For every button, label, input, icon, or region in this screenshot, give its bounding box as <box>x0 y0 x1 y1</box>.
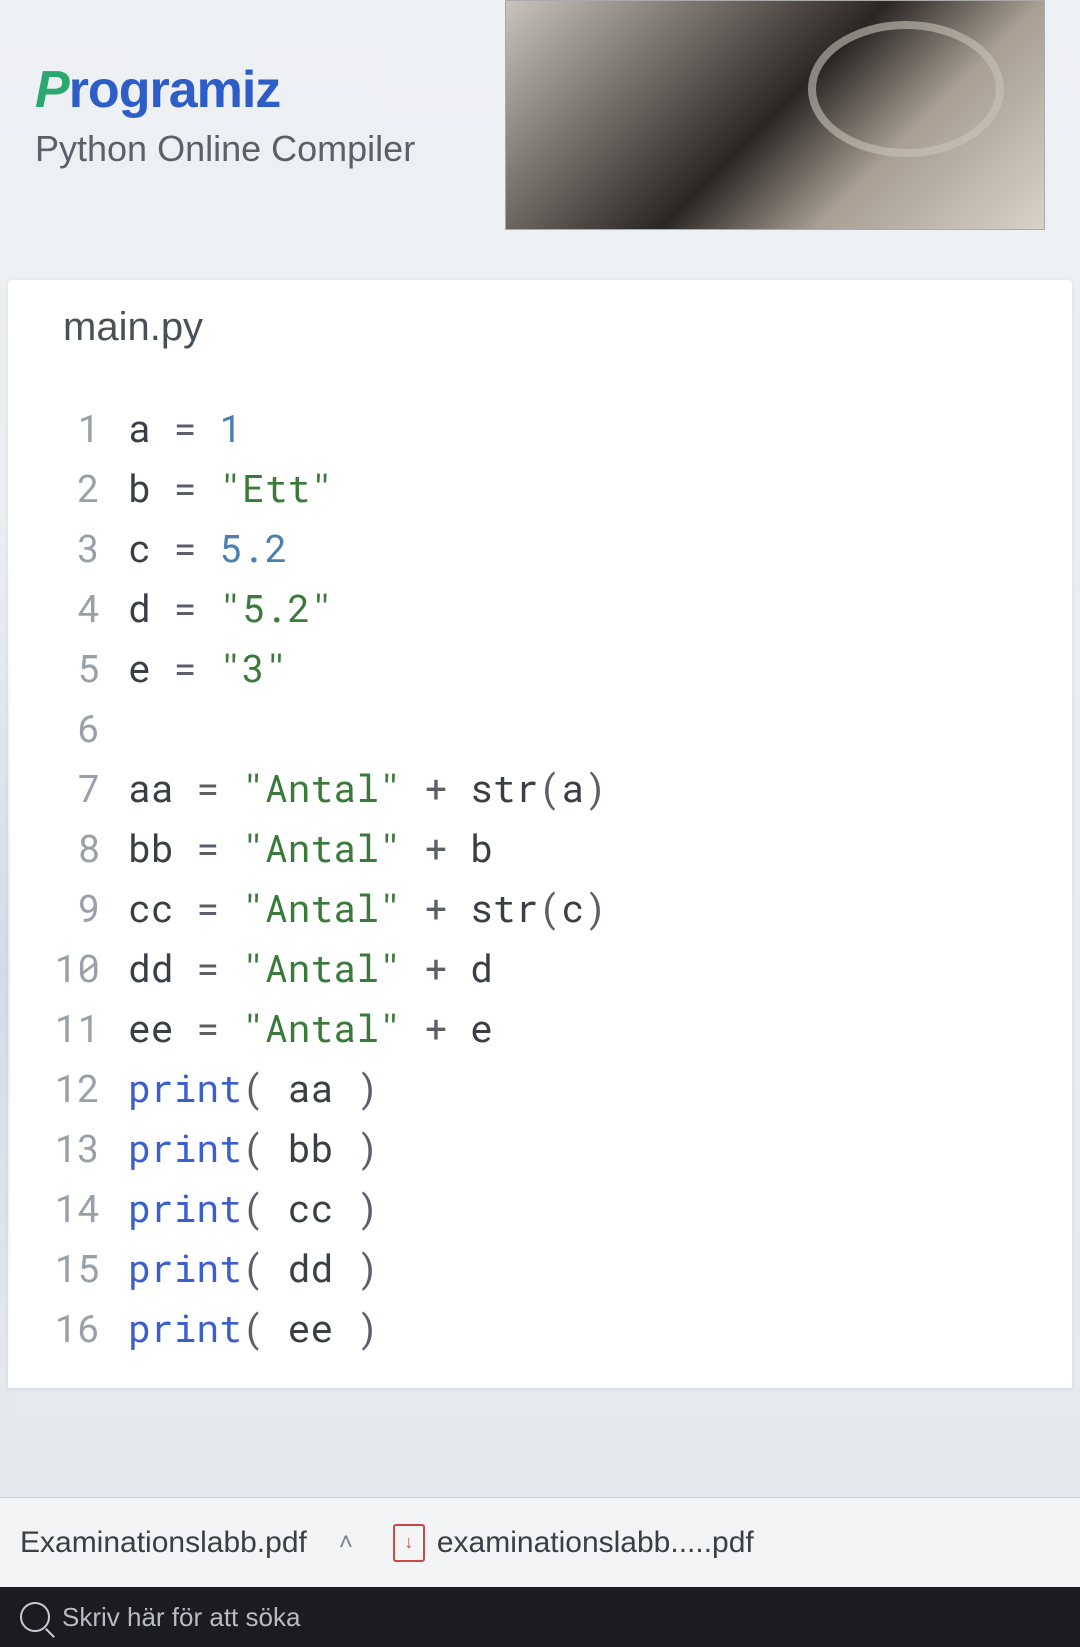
code-line[interactable]: 10dd = "Antal" + d <box>8 938 1072 998</box>
code-line[interactable]: 2b = "Ett" <box>8 458 1072 518</box>
code-line[interactable]: 6 <box>8 698 1072 758</box>
code-line[interactable]: 1a = 1 <box>8 398 1072 458</box>
code-line[interactable]: 12print( aa ) <box>8 1058 1072 1118</box>
code-content[interactable]: d = "5.2" <box>128 578 333 638</box>
line-number: 13 <box>8 1118 128 1178</box>
code-line[interactable]: 16print( ee ) <box>8 1298 1072 1358</box>
code-line[interactable]: 14print( cc ) <box>8 1178 1072 1238</box>
logo-rest: rogramiz <box>69 61 281 119</box>
code-content[interactable]: bb = "Antal" + b <box>128 818 493 878</box>
line-number: 7 <box>8 758 128 818</box>
taskbar-search-placeholder[interactable]: Skriv här för att söka <box>62 1602 300 1633</box>
page-header: Programiz Python Online Compiler <box>0 0 1080 260</box>
page-subtitle: Python Online Compiler <box>35 128 415 170</box>
chevron-up-icon[interactable]: ˄ <box>339 1529 353 1557</box>
line-number: 1 <box>8 398 128 458</box>
header-left: Programiz Python Online Compiler <box>35 60 415 170</box>
line-number: 14 <box>8 1178 128 1238</box>
code-area[interactable]: 1a = 12b = "Ett"3c = 5.24d = "5.2"5e = "… <box>8 380 1072 1388</box>
code-content[interactable]: b = "Ett" <box>128 458 333 518</box>
search-icon[interactable] <box>20 1602 50 1632</box>
code-content[interactable]: dd = "Antal" + d <box>128 938 493 998</box>
line-number: 10 <box>8 938 128 998</box>
line-number: 15 <box>8 1238 128 1298</box>
code-content[interactable]: c = 5.2 <box>128 518 288 578</box>
line-number: 6 <box>8 698 128 758</box>
programiz-logo[interactable]: Programiz <box>35 60 415 120</box>
code-line[interactable]: 9cc = "Antal" + str(c) <box>8 878 1072 938</box>
code-content[interactable]: print( dd ) <box>128 1238 379 1298</box>
download-file-name: Examinationslabb.pdf <box>20 1526 307 1560</box>
code-content[interactable]: ee = "Antal" + e <box>128 998 493 1058</box>
code-line[interactable]: 4d = "5.2" <box>8 578 1072 638</box>
code-content[interactable]: e = "3" <box>128 638 288 698</box>
pdf-icon: ↓ <box>393 1524 425 1562</box>
line-number: 5 <box>8 638 128 698</box>
code-content[interactable]: print( ee ) <box>128 1298 379 1358</box>
code-content[interactable]: a = 1 <box>128 398 242 458</box>
browser-downloads-bar: Examinationslabb.pdf ˄ ↓ examinationslab… <box>0 1497 1080 1587</box>
line-number: 4 <box>8 578 128 638</box>
header-ad-image[interactable] <box>505 0 1045 230</box>
editor-tab-main[interactable]: main.py <box>63 305 203 358</box>
line-number: 8 <box>8 818 128 878</box>
code-content[interactable]: aa = "Antal" + str(a) <box>128 758 607 818</box>
code-content[interactable]: print( aa ) <box>128 1058 379 1118</box>
editor-tab-bar: main.py <box>8 280 1072 380</box>
code-line[interactable]: 8bb = "Antal" + b <box>8 818 1072 878</box>
logo-letter-p: P <box>35 61 69 119</box>
code-content[interactable]: cc = "Antal" + str(c) <box>128 878 607 938</box>
download-item-1[interactable]: Examinationslabb.pdf ˄ <box>20 1526 353 1560</box>
line-number: 2 <box>8 458 128 518</box>
line-number: 16 <box>8 1298 128 1358</box>
line-number: 11 <box>8 998 128 1058</box>
code-content[interactable]: print( bb ) <box>128 1118 379 1178</box>
code-line[interactable]: 13print( bb ) <box>8 1118 1072 1178</box>
code-line[interactable]: 3c = 5.2 <box>8 518 1072 578</box>
windows-taskbar: Skriv här för att söka <box>0 1587 1080 1647</box>
browser-left-edge <box>0 520 10 1420</box>
line-number: 9 <box>8 878 128 938</box>
code-line[interactable]: 15print( dd ) <box>8 1238 1072 1298</box>
line-number: 12 <box>8 1058 128 1118</box>
code-content[interactable]: print( cc ) <box>128 1178 379 1238</box>
code-line[interactable]: 5e = "3" <box>8 638 1072 698</box>
code-line[interactable]: 7aa = "Antal" + str(a) <box>8 758 1072 818</box>
line-number: 3 <box>8 518 128 578</box>
code-line[interactable]: 11ee = "Antal" + e <box>8 998 1072 1058</box>
code-editor: main.py 1a = 12b = "Ett"3c = 5.24d = "5.… <box>8 280 1072 1388</box>
download-file-name: examinationslabb.....pdf <box>437 1526 754 1560</box>
download-item-2[interactable]: ↓ examinationslabb.....pdf <box>393 1524 754 1562</box>
